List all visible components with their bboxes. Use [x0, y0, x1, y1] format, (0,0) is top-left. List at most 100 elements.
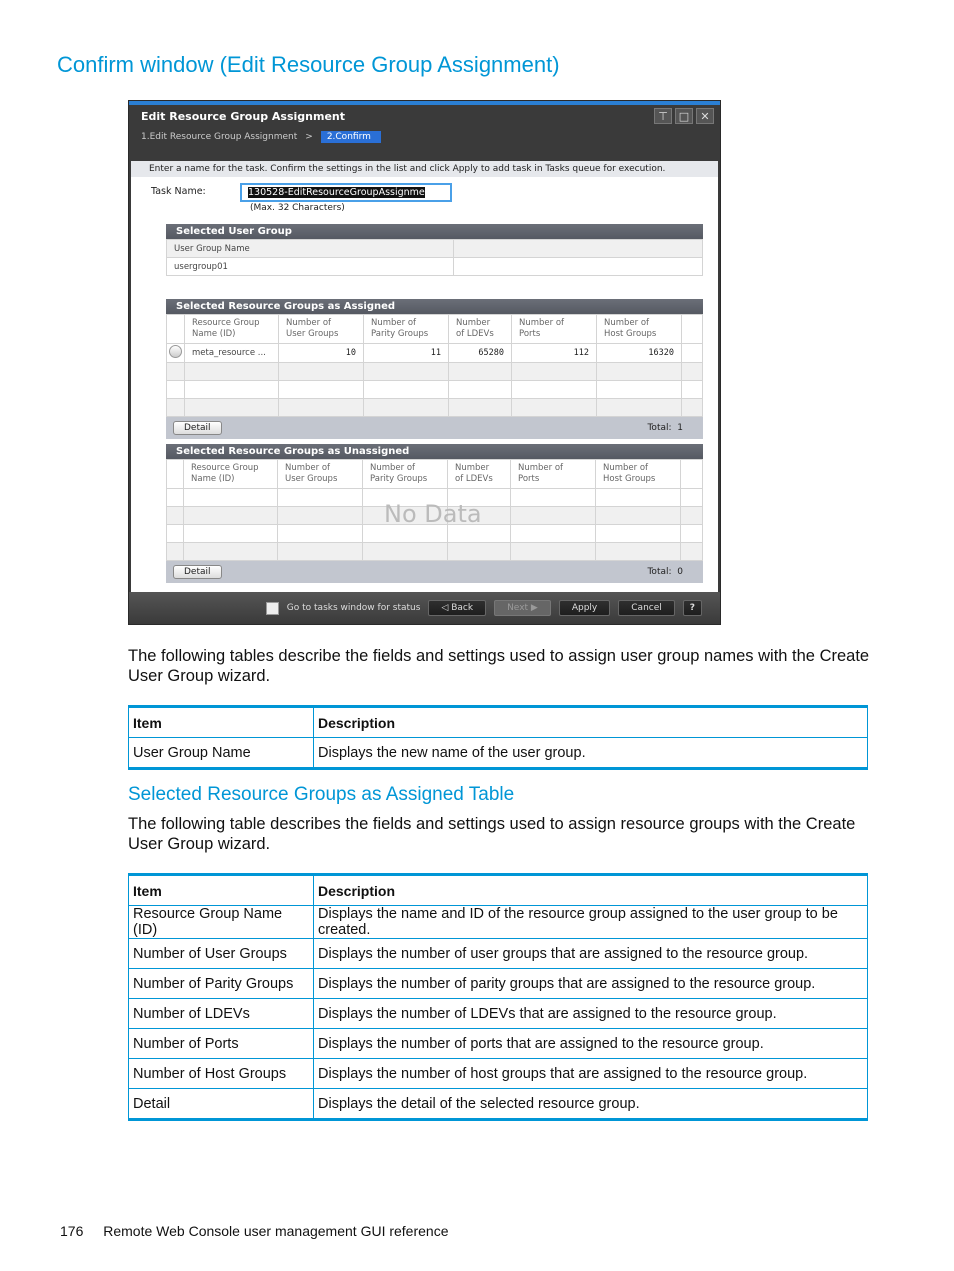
column-header[interactable]: Number of User Groups [278, 314, 364, 344]
cancel-button[interactable]: Cancel [618, 600, 675, 616]
user-groups-cell: 10 [278, 343, 364, 363]
table-row: Number of User Groups Displays the number… [128, 938, 868, 969]
unassigned-panel: Selected Resource Groups as Unassigned R… [166, 444, 703, 583]
item-cell: Detail [128, 1088, 314, 1120]
user-group-table: User Group Name usergroup01 [166, 239, 703, 276]
help-button[interactable]: ? [682, 600, 702, 616]
table-row: Number of Parity Groups Displays the numb… [128, 968, 868, 999]
row-radio-button[interactable] [169, 345, 182, 358]
column-header: Item [128, 874, 314, 906]
no-data-text: No Data [384, 500, 482, 528]
item-cell: Number of Parity Groups [128, 968, 314, 999]
maximize-icon[interactable]: □ [675, 108, 693, 124]
resource-group-name-cell: meta_resource ... [184, 343, 279, 363]
detail-button[interactable]: Detail [173, 421, 222, 435]
task-name-value: 130528-EditResourceGroupAssignme [248, 187, 425, 198]
column-header[interactable]: Number of User Groups [277, 459, 363, 489]
assigned-table: Resource Group Name (ID) Number of User Gr… [166, 314, 703, 417]
selected-user-group-panel: Selected User Group User Group Name user… [166, 224, 703, 276]
instruction-text: Enter a name for the task. Confirm the s… [131, 161, 718, 177]
edit-resource-group-window: Edit Resource Group Assignment ⊤ □ ✕ 1.E… [128, 100, 721, 625]
window-footer: Go to tasks window for status ◁ Back Nex… [129, 592, 720, 624]
breadcrumb-step-2: 2.Confirm [320, 131, 381, 143]
column-header[interactable]: Number of Parity Groups [362, 459, 448, 489]
item-cell: Number of LDEVs [128, 998, 314, 1029]
section-paragraph: The following table describes the fields… [128, 815, 856, 853]
task-name-input[interactable]: 130528-EditResourceGroupAssignme [240, 183, 452, 202]
table-row: Number of Ports Displays the number of po… [128, 1028, 868, 1059]
column-header[interactable]: Number of Parity Groups [363, 314, 449, 344]
table-row: Resource Group Name (ID) Displays the nam… [128, 905, 868, 939]
task-name-hint: (Max. 32 Characters) [250, 203, 345, 213]
close-icon[interactable]: ✕ [696, 108, 714, 124]
back-label: Back [451, 603, 474, 613]
empty-row [166, 380, 703, 399]
item-cell: Number of User Groups [128, 938, 314, 969]
description-cell: Displays the number of host groups that … [313, 1058, 868, 1089]
column-header[interactable]: Number of LDEVs [448, 314, 512, 344]
column-header[interactable]: Number of Host Groups [595, 459, 681, 489]
assigned-panel: Selected Resource Groups as Assigned Res… [166, 299, 703, 439]
parity-groups-cell: 11 [363, 343, 449, 363]
window-accent-bar [129, 101, 720, 105]
total-label: Total: [647, 423, 672, 433]
column-header[interactable]: Number of Host Groups [596, 314, 682, 344]
column-header[interactable]: Resource Group Name (ID) [184, 314, 279, 344]
ports-cell: 112 [511, 343, 597, 363]
table-row: Detail Displays the detail of the selecte… [128, 1088, 868, 1120]
wizard-breadcrumb: 1.Edit Resource Group Assignment > 2.Con… [141, 131, 381, 143]
column-header: Description [313, 706, 868, 738]
empty-row [166, 362, 703, 381]
apply-button[interactable]: Apply [558, 600, 611, 616]
page-footer: 176 Remote Web Console user management G… [60, 1223, 449, 1239]
ldevs-cell: 65280 [448, 343, 512, 363]
assigned-table-footer: Detail Total: 1 [166, 417, 703, 439]
table-row[interactable]: meta_resource ... 10 11 65280 112 16320 [166, 343, 703, 363]
host-groups-cell: 16320 [596, 343, 682, 363]
item-cell: User Group Name [128, 737, 314, 769]
empty-row [166, 398, 703, 417]
panel-title: Selected Resource Groups as Assigned [166, 299, 703, 314]
detail-button[interactable]: Detail [173, 565, 222, 579]
panel-title: Selected User Group [166, 224, 703, 239]
back-button[interactable]: ◁ Back [428, 600, 487, 616]
item-cell: Resource Group Name (ID) [128, 905, 314, 939]
next-label: Next [507, 603, 529, 613]
resource-groups-description-table: Item Description Resource Group Name (ID)… [128, 873, 868, 1121]
next-button[interactable]: Next ▶ [494, 600, 551, 616]
page-number: 176 [60, 1223, 84, 1239]
total-count: Total: 1 [647, 423, 683, 433]
total-label: Total: [647, 567, 672, 577]
description-cell: Displays the number of parity groups tha… [313, 968, 868, 999]
intro-paragraph: The following tables describe the fields… [128, 647, 870, 685]
total-count: Total: 0 [647, 567, 683, 577]
column-header: Item [128, 706, 314, 738]
pin-icon[interactable]: ⊤ [654, 108, 672, 124]
checkbox-label: Go to tasks window for status [286, 603, 421, 613]
column-header: User Group Name [166, 239, 454, 258]
column-header[interactable]: Number of LDEVs [447, 459, 511, 489]
window-controls: ⊤ □ ✕ [654, 108, 714, 124]
page-heading: Confirm window (Edit Resource Group Assi… [57, 52, 560, 77]
table-row: Number of Host Groups Displays the number… [128, 1058, 868, 1089]
item-cell: Number of Ports [128, 1028, 314, 1059]
column-header[interactable]: Resource Group Name (ID) [183, 459, 278, 489]
footer-text: Remote Web Console user management GUI r… [103, 1223, 449, 1239]
document-page: Confirm window (Edit Resource Group Assi… [0, 0, 954, 1271]
column-header[interactable]: Number of Ports [511, 314, 597, 344]
empty-row [166, 542, 703, 561]
breadcrumb-step-1[interactable]: 1.Edit Resource Group Assignment [141, 132, 297, 142]
user-group-description-table: Item Description User Group Name Displays … [128, 705, 868, 770]
unassigned-table-footer: Detail Total: 0 [166, 561, 703, 583]
table-row: Number of LDEVs Displays the number of LD… [128, 998, 868, 1029]
panel-title: Selected Resource Groups as Unassigned [166, 444, 703, 459]
item-cell: Number of Host Groups [128, 1058, 314, 1089]
section-heading: Selected Resource Groups as Assigned Tab… [128, 784, 515, 805]
column-header: Description [313, 874, 868, 906]
description-cell: Displays the new name of the user group. [313, 737, 868, 769]
window-body: Enter a name for the task. Confirm the s… [131, 161, 718, 593]
description-cell: Displays the number of user groups that … [313, 938, 868, 969]
column-header[interactable]: Number of Ports [510, 459, 596, 489]
go-to-tasks-checkbox[interactable] [265, 601, 279, 615]
task-name-label: Task Name: [151, 186, 206, 197]
